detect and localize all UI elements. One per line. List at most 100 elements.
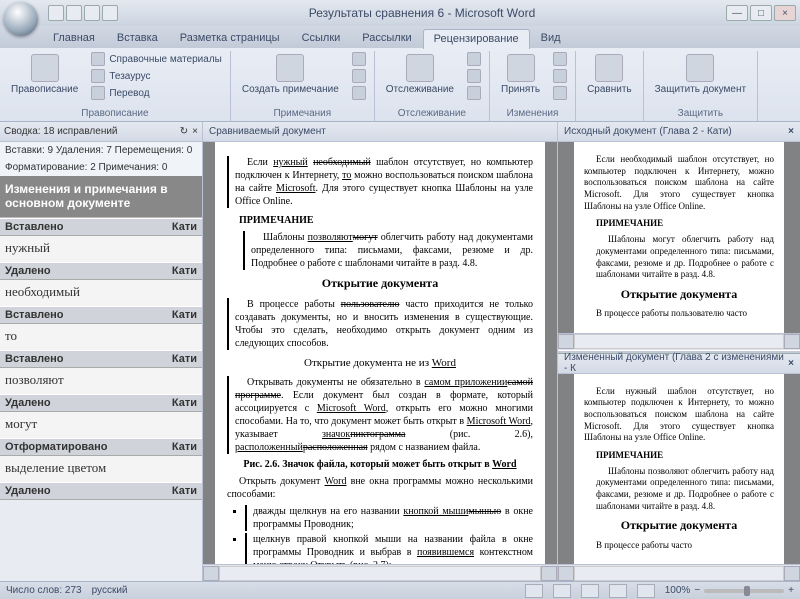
compared-page[interactable]: Если нужный необходимый шаблон отсутству… — [215, 142, 545, 564]
refresh-icon[interactable]: ↻ — [180, 126, 188, 137]
right-column: Исходный документ (Глава 2 - Кати)× Если… — [558, 122, 800, 581]
revised-page[interactable]: Если нужный шаблон отсутствует, но компь… — [574, 374, 784, 565]
redo-icon[interactable] — [84, 5, 100, 21]
reject-icon — [553, 52, 567, 66]
status-bar: Число слов: 273 русский 100% − + — [0, 581, 800, 599]
prev-change-icon — [553, 69, 567, 83]
pane-icon — [467, 86, 481, 100]
zoom-in-icon[interactable]: + — [788, 585, 794, 596]
source-doc-area[interactable]: Если необходимый шаблон отсутствует, но … — [558, 142, 800, 333]
view-outline-icon[interactable] — [609, 584, 627, 598]
track-icon — [406, 54, 434, 82]
save-icon[interactable] — [48, 5, 64, 21]
compare-button[interactable]: Сравнить — [580, 51, 639, 98]
minimize-button[interactable]: — — [726, 5, 748, 21]
close-revised-icon[interactable]: × — [788, 358, 794, 369]
track-changes-button[interactable]: Отслеживание — [379, 51, 461, 98]
tab-view[interactable]: Вид — [530, 28, 572, 48]
undo-icon[interactable] — [66, 5, 82, 21]
window-title: Результаты сравнения 6 - Microsoft Word — [118, 6, 726, 20]
revisions-list[interactable]: ВставленоКатинужный УдаленоКатинеобходим… — [0, 217, 202, 581]
tab-insert[interactable]: Вставка — [106, 28, 169, 48]
stats-line-1: Вставки: 9 Удаления: 7 Перемещения: 0 — [0, 142, 202, 159]
close-source-icon[interactable]: × — [788, 126, 794, 137]
revision-item: УдаленоКатинеобходимый — [0, 262, 202, 306]
quick-access-toolbar — [48, 5, 118, 21]
view-web-icon[interactable] — [581, 584, 599, 598]
tab-mailings[interactable]: Рассылки — [351, 28, 422, 48]
reject-button[interactable] — [549, 51, 571, 67]
comment-icon — [276, 54, 304, 82]
h-scrollbar-revised[interactable] — [558, 564, 800, 581]
h-scrollbar-source[interactable] — [558, 333, 800, 350]
next-change-icon — [553, 86, 567, 100]
group-protect: Защитить документ Защитить — [644, 51, 758, 121]
view-print-layout-icon[interactable] — [525, 584, 543, 598]
abc-check-icon — [31, 54, 59, 82]
group-label — [580, 118, 639, 121]
spelling-button[interactable]: Правописание — [4, 51, 85, 98]
group-tracking: Отслеживание Отслеживание — [375, 51, 490, 121]
delete-comment-button[interactable] — [348, 51, 370, 67]
revised-header: Измененный документ (Глава 2 с изменения… — [558, 354, 800, 374]
zoom-value[interactable]: 100% — [665, 585, 691, 596]
h-scrollbar[interactable] — [203, 564, 557, 581]
new-comment-button[interactable]: Создать примечание — [235, 51, 346, 98]
title-bar: Результаты сравнения 6 - Microsoft Word … — [0, 0, 800, 26]
zoom-out-icon[interactable]: − — [694, 585, 700, 596]
revised-doc-area[interactable]: Если нужный шаблон отсутствует, но компь… — [558, 374, 800, 565]
compared-header: Сравниваемый документ — [203, 122, 557, 142]
view-draft-icon[interactable] — [637, 584, 655, 598]
group-label: Примечания — [235, 107, 370, 121]
thesaurus-button[interactable]: Тезаурус — [87, 68, 154, 84]
protect-button[interactable]: Защитить документ — [648, 51, 753, 98]
display-review-button[interactable] — [463, 68, 485, 84]
compared-document-pane: Сравниваемый документ Если нужный необхо… — [203, 122, 558, 581]
revision-item: УдаленоКати — [0, 482, 202, 500]
compared-doc-area[interactable]: Если нужный необходимый шаблон отсутству… — [203, 142, 557, 564]
qat-customize-icon[interactable] — [102, 5, 118, 21]
reviewing-pane-header: Сводка: 18 исправлений ↻ × — [0, 122, 202, 142]
next-comment-button[interactable] — [348, 85, 370, 101]
group-label: Отслеживание — [379, 107, 485, 121]
reviewing-pane: Сводка: 18 исправлений ↻ × Вставки: 9 Уд… — [0, 122, 203, 581]
zoom-control: 100% − + — [665, 585, 794, 596]
accept-button[interactable]: Принять — [494, 51, 547, 98]
summary-text: Сводка: 18 исправлений — [4, 126, 118, 137]
source-page[interactable]: Если необходимый шаблон отсутствует, но … — [574, 142, 784, 333]
balloon-icon — [467, 52, 481, 66]
next-icon — [352, 86, 366, 100]
view-fullscreen-icon[interactable] — [553, 584, 571, 598]
zoom-slider[interactable] — [704, 589, 784, 593]
group-label: Правописание — [4, 107, 226, 121]
close-button[interactable]: × — [774, 5, 796, 21]
next-change-button[interactable] — [549, 85, 571, 101]
revision-item: ВставленоКатинужный — [0, 218, 202, 262]
tab-review[interactable]: Рецензирование — [423, 29, 530, 49]
research-button[interactable]: Справочные материалы — [87, 51, 226, 67]
close-pane-icon[interactable]: × — [192, 126, 198, 137]
group-label: Изменения — [494, 107, 571, 121]
tab-page-layout[interactable]: Разметка страницы — [169, 28, 291, 48]
tab-home[interactable]: Главная — [42, 28, 106, 48]
reviewing-pane-button[interactable] — [463, 85, 485, 101]
office-button[interactable] — [4, 2, 38, 36]
workspace: Сводка: 18 исправлений ↻ × Вставки: 9 Уд… — [0, 122, 800, 581]
tab-references[interactable]: Ссылки — [291, 28, 352, 48]
revision-item: УдаленоКатимогут — [0, 394, 202, 438]
research-icon — [91, 52, 105, 66]
accept-icon — [507, 54, 535, 82]
prev-change-button[interactable] — [549, 68, 571, 84]
balloons-button[interactable] — [463, 51, 485, 67]
word-count[interactable]: Число слов: 273 — [6, 585, 82, 596]
language[interactable]: русский — [92, 585, 128, 596]
group-compare: Сравнить — [576, 51, 644, 121]
revision-item: ВставленоКатито — [0, 306, 202, 350]
delete-comment-icon — [352, 52, 366, 66]
translate-button[interactable]: Перевод — [87, 85, 153, 101]
revision-item: ОтформатированоКативыделение цветом — [0, 438, 202, 482]
maximize-button[interactable]: □ — [750, 5, 772, 21]
prev-comment-button[interactable] — [348, 68, 370, 84]
source-header: Исходный документ (Глава 2 - Кати)× — [558, 122, 800, 142]
translate-icon — [91, 86, 105, 100]
